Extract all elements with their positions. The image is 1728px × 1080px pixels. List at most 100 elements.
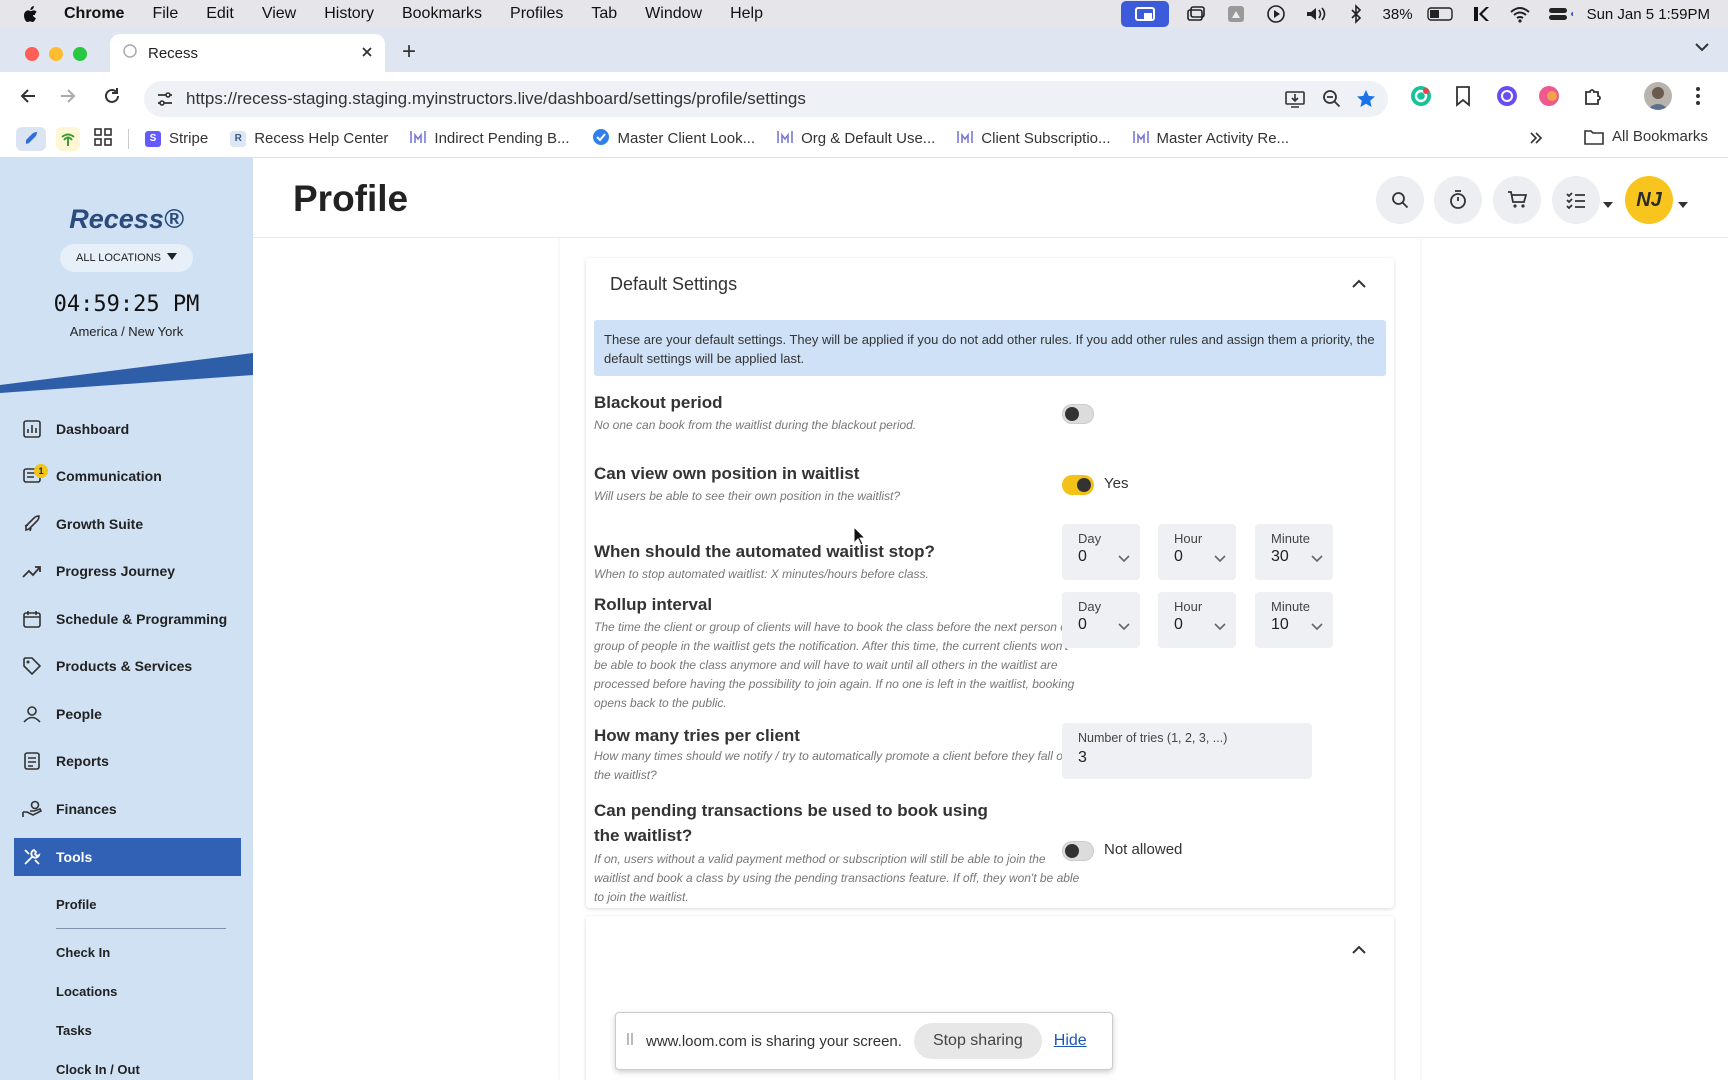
zoom-icon[interactable] bbox=[1322, 89, 1342, 114]
tries-input[interactable]: Number of tries (1, 2, 3, ...) 3 bbox=[1062, 723, 1312, 779]
extension-pink-icon[interactable] bbox=[1538, 85, 1560, 112]
address-bar[interactable]: https://recess-staging.staging.myinstruc… bbox=[144, 81, 1388, 117]
auto-stop-minute-select[interactable]: Minute 30 bbox=[1255, 524, 1333, 580]
menu-edit[interactable]: Edit bbox=[206, 5, 234, 23]
bookmark-master-activity[interactable]: Master Activity Re... bbox=[1132, 130, 1289, 148]
checklist-button[interactable] bbox=[1552, 176, 1600, 224]
menu-file[interactable]: File bbox=[152, 5, 178, 23]
all-bookmarks-button[interactable]: All Bookmarks bbox=[1584, 128, 1708, 145]
reload-icon[interactable] bbox=[102, 86, 122, 111]
avatar-caret-icon[interactable] bbox=[1678, 196, 1688, 214]
sidebar-item-label: Tools bbox=[56, 849, 93, 865]
sidebar-item-finances[interactable]: Finances bbox=[14, 790, 241, 828]
grammarly-extension-icon[interactable] bbox=[1410, 85, 1432, 112]
search-button[interactable] bbox=[1376, 176, 1424, 224]
menu-view[interactable]: View bbox=[262, 5, 296, 23]
control-center-icon[interactable] bbox=[1547, 4, 1573, 24]
menu-help[interactable]: Help bbox=[730, 5, 763, 23]
window-icon[interactable] bbox=[1183, 4, 1209, 24]
bookmark-recess-help[interactable]: R Recess Help Center bbox=[230, 130, 388, 147]
zoom-window-button[interactable] bbox=[73, 47, 87, 61]
location-selector[interactable]: ALL LOCATIONS bbox=[60, 244, 193, 272]
extension-purple-icon[interactable] bbox=[1496, 85, 1518, 112]
rollup-day-select[interactable]: Day 0 bbox=[1062, 592, 1140, 648]
sidebar-item-reports[interactable]: Reports bbox=[14, 742, 241, 780]
minimize-window-button[interactable] bbox=[49, 47, 63, 61]
menu-tab[interactable]: Tab bbox=[591, 5, 617, 23]
rollup-hour-select[interactable]: Hour 0 bbox=[1158, 592, 1236, 648]
menu-bookmarks[interactable]: Bookmarks bbox=[402, 5, 482, 23]
back-arrow-icon[interactable] bbox=[18, 86, 38, 111]
browser-menu-icon[interactable] bbox=[1694, 85, 1702, 112]
sidebar-item-schedule[interactable]: Schedule & Programming bbox=[14, 600, 241, 638]
hide-link[interactable]: Hide bbox=[1054, 1032, 1087, 1050]
subnav-locations[interactable]: Locations bbox=[56, 984, 117, 999]
sidebar-item-communication[interactable]: 1 Communication bbox=[14, 457, 241, 495]
checklist-caret-icon[interactable] bbox=[1603, 196, 1613, 214]
sidebar-item-products-services[interactable]: Products & Services bbox=[14, 647, 241, 685]
sidebar-item-progress-journey[interactable]: Progress Journey bbox=[14, 552, 241, 590]
sidebar-item-label: Dashboard bbox=[56, 421, 130, 437]
auto-stop-day-select[interactable]: Day 0 bbox=[1062, 524, 1140, 580]
apps-grid-icon[interactable] bbox=[94, 127, 112, 150]
more-bookmarks-chevron-icon[interactable] bbox=[1528, 130, 1544, 150]
auto-stop-hour-select[interactable]: Hour 0 bbox=[1158, 524, 1236, 580]
palm-bookmark-icon[interactable] bbox=[56, 126, 80, 151]
play-icon[interactable] bbox=[1263, 4, 1289, 24]
bookmark-org-default[interactable]: Org & Default Use... bbox=[777, 130, 935, 148]
browser-tab[interactable]: Recess bbox=[110, 34, 385, 72]
sidebar-item-label: Progress Journey bbox=[56, 563, 176, 579]
close-window-button[interactable] bbox=[25, 47, 39, 61]
people-icon bbox=[22, 704, 42, 724]
extensions-puzzle-icon[interactable] bbox=[1582, 85, 1604, 112]
k-app-icon[interactable] bbox=[1467, 4, 1493, 24]
profile-avatar[interactable] bbox=[1644, 82, 1672, 110]
menu-window[interactable]: Window bbox=[645, 5, 702, 23]
user-avatar[interactable]: NJ bbox=[1625, 176, 1673, 224]
sidebar-item-growth-suite[interactable]: Growth Suite bbox=[14, 505, 241, 543]
subnav-clock-in-out[interactable]: Clock In / Out bbox=[56, 1062, 140, 1077]
tab-search-chevron-icon[interactable] bbox=[1694, 40, 1710, 58]
select-value: 0 bbox=[1078, 616, 1087, 633]
blackout-toggle[interactable] bbox=[1062, 404, 1094, 424]
bookmark-extension-icon[interactable] bbox=[1454, 85, 1472, 112]
menubar-datetime[interactable]: Sun Jan 5 1:59PM bbox=[1587, 6, 1710, 23]
timer-button[interactable] bbox=[1434, 176, 1482, 224]
sidebar-item-people[interactable]: People bbox=[14, 695, 241, 733]
wifi-icon[interactable] bbox=[1507, 4, 1533, 24]
new-tab-icon[interactable]: + bbox=[402, 38, 416, 66]
subnav-tasks[interactable]: Tasks bbox=[56, 1023, 92, 1038]
menu-app-name[interactable]: Chrome bbox=[64, 5, 124, 23]
subnav-profile[interactable]: Profile bbox=[56, 897, 96, 912]
bookmark-stripe[interactable]: S Stripe bbox=[145, 130, 208, 147]
collapse-chevron-icon[interactable] bbox=[1352, 276, 1366, 294]
chevron-down-icon bbox=[1311, 550, 1323, 568]
collapse-chevron-icon[interactable] bbox=[1352, 942, 1366, 960]
drag-handle-icon[interactable] bbox=[626, 1031, 634, 1051]
view-position-toggle[interactable] bbox=[1062, 475, 1094, 495]
bookmark-master-client[interactable]: Master Client Look... bbox=[592, 128, 755, 150]
battery-icon[interactable] bbox=[1426, 4, 1453, 24]
rocket-bookmark-icon[interactable] bbox=[16, 126, 46, 151]
install-app-icon[interactable] bbox=[1284, 89, 1306, 114]
cart-button[interactable] bbox=[1493, 176, 1541, 224]
volume-icon[interactable] bbox=[1303, 4, 1329, 24]
screen-share-icon[interactable] bbox=[1120, 1, 1169, 27]
bookmark-indirect-pending[interactable]: Indirect Pending B... bbox=[410, 130, 570, 148]
menu-history[interactable]: History bbox=[324, 5, 374, 23]
menu-profiles[interactable]: Profiles bbox=[510, 5, 563, 23]
apple-icon[interactable] bbox=[22, 5, 44, 24]
sidebar-item-tools[interactable]: Tools bbox=[14, 838, 241, 876]
bookmark-star-icon[interactable] bbox=[1356, 89, 1376, 114]
stop-sharing-button[interactable]: Stop sharing bbox=[913, 1023, 1042, 1059]
bookmark-client-subscription[interactable]: Client Subscriptio... bbox=[957, 130, 1111, 148]
pending-toggle[interactable] bbox=[1062, 841, 1094, 861]
drive-icon[interactable] bbox=[1223, 4, 1249, 24]
sidebar-item-dashboard[interactable]: Dashboard bbox=[14, 410, 241, 448]
bluetooth-icon[interactable] bbox=[1343, 4, 1369, 24]
subnav-check-in[interactable]: Check In bbox=[56, 945, 110, 960]
rollup-minute-select[interactable]: Minute 10 bbox=[1255, 592, 1333, 648]
site-settings-icon[interactable] bbox=[156, 90, 174, 113]
close-tab-icon[interactable] bbox=[361, 45, 373, 62]
forward-arrow-icon[interactable] bbox=[58, 86, 78, 111]
